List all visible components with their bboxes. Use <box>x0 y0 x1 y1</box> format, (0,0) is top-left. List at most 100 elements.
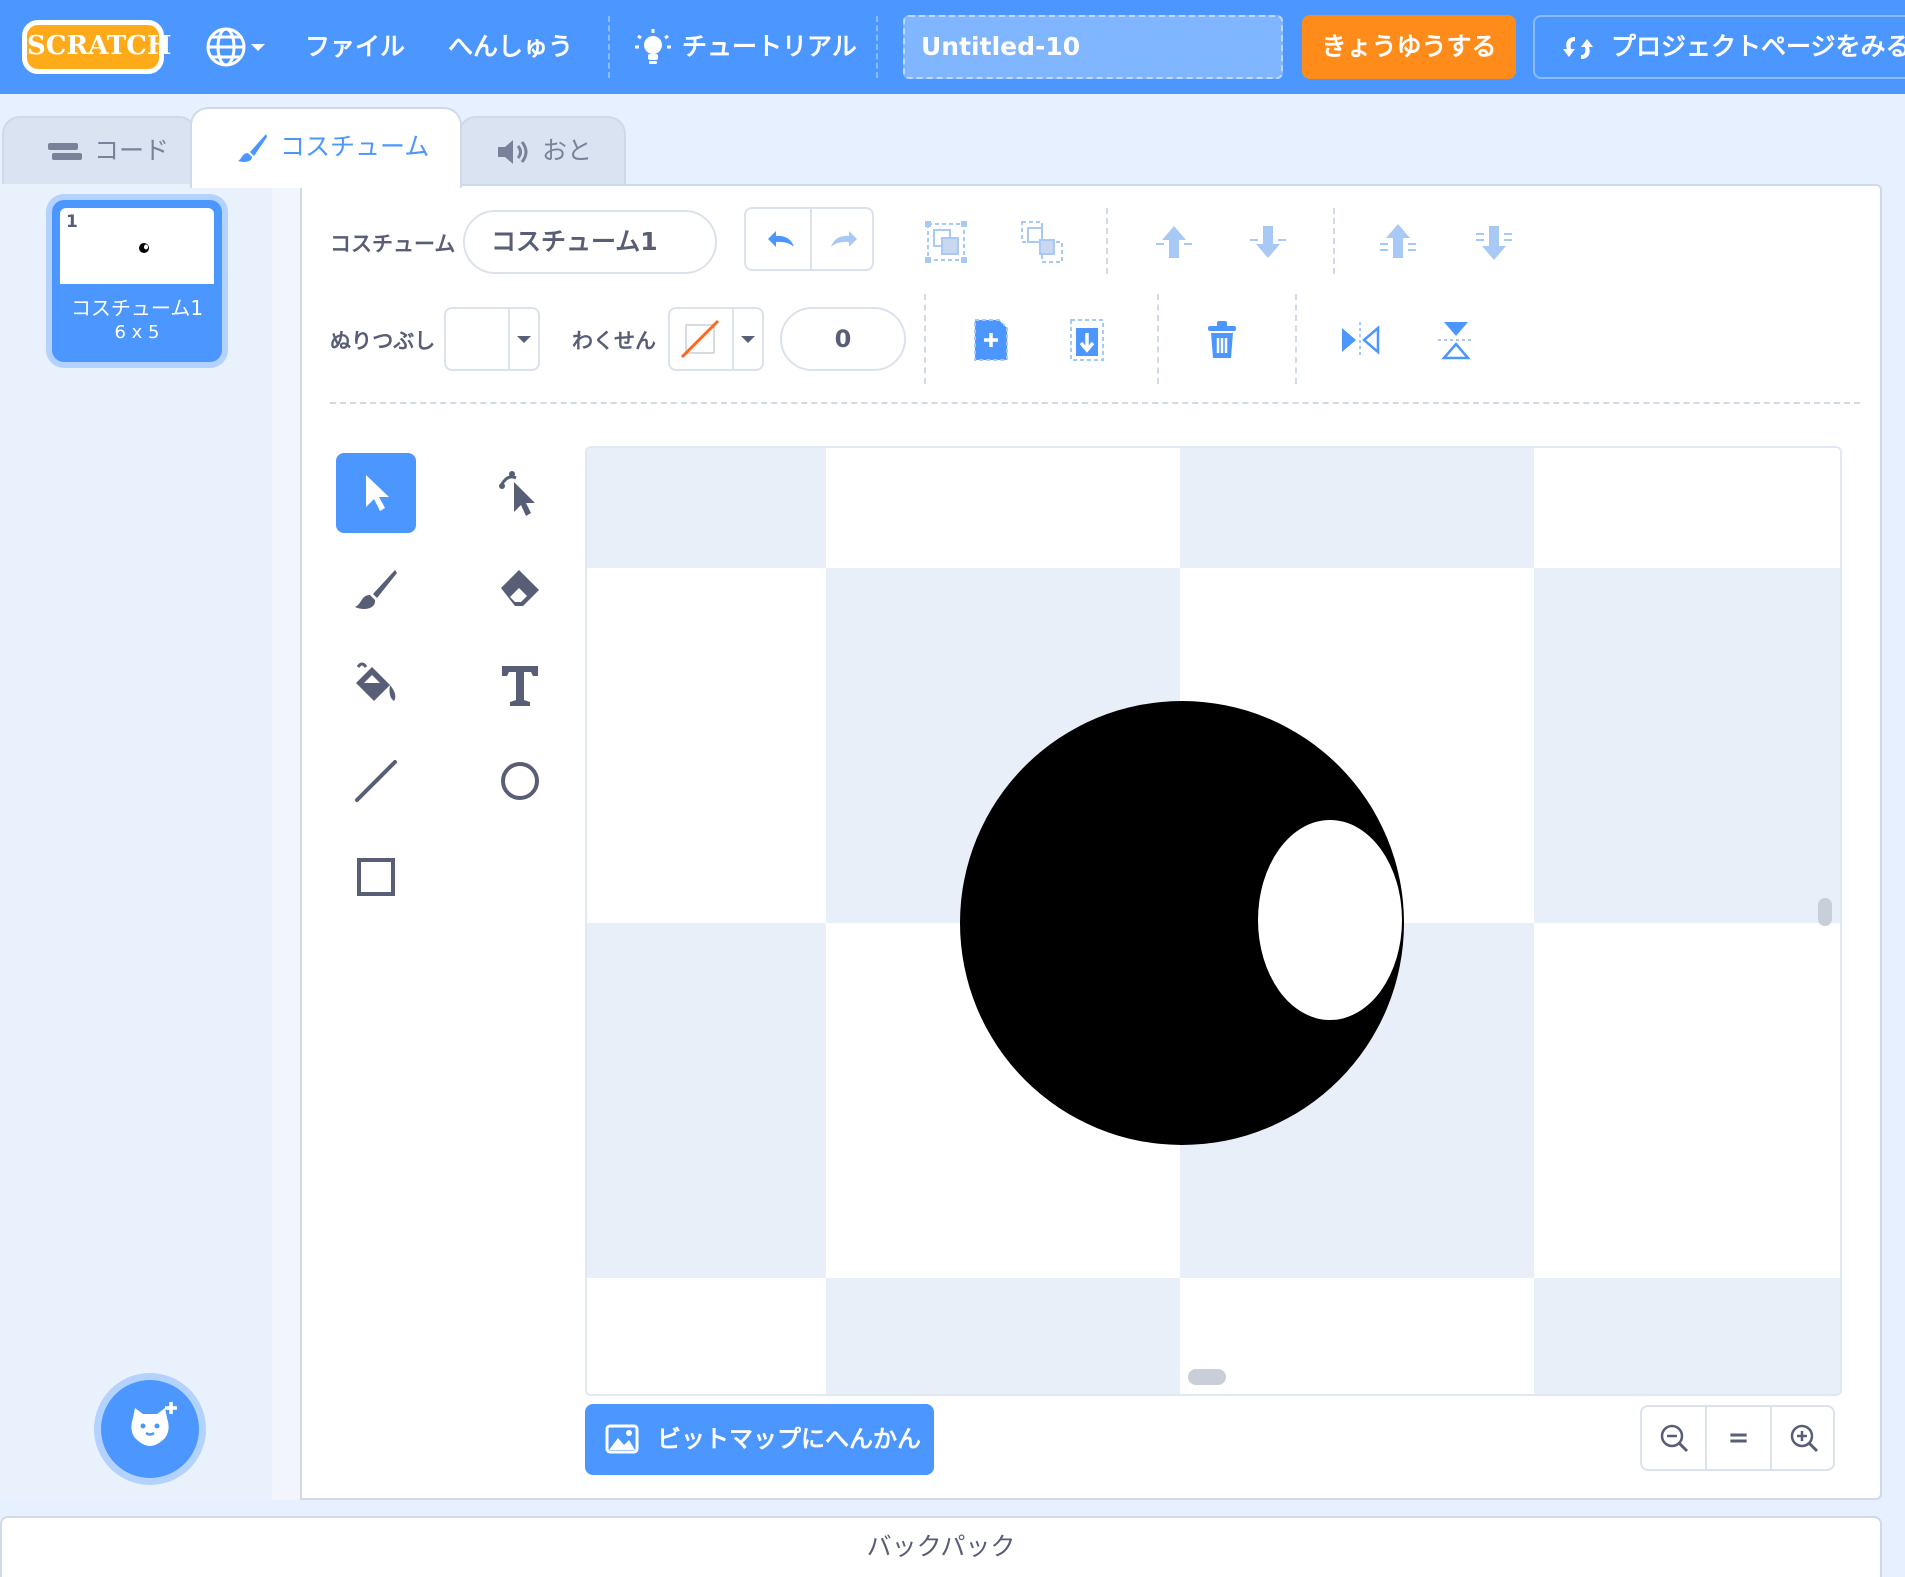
costume-drawing[interactable] <box>587 448 1842 1396</box>
backpack-header[interactable]: バックパック <box>0 1516 1882 1577</box>
outline-width-input[interactable]: 0 <box>780 307 906 371</box>
tab-costumes-label: コスチューム <box>280 132 430 161</box>
toolbar-horizontal-divider <box>330 402 1860 404</box>
tab-code-label: コード <box>94 136 170 165</box>
zoom-in-icon <box>1790 1424 1818 1453</box>
lightbulb-icon <box>635 29 671 64</box>
costume-name-input[interactable]: コスチューム1 <box>463 210 717 274</box>
language-menu[interactable] <box>205 0 267 94</box>
toolbar-divider <box>1295 294 1297 384</box>
toolbar-divider <box>1106 208 1108 274</box>
reshape-icon <box>499 471 535 516</box>
costume-item[interactable]: 1 コスチューム1 6 x 5 <box>52 200 222 362</box>
code-icon <box>48 143 82 160</box>
undo-button[interactable] <box>751 209 811 269</box>
tab-costumes[interactable]: コスチューム <box>190 107 462 188</box>
outline-label: わくせん <box>572 329 656 353</box>
edit-menu[interactable]: へんしゅう <box>448 0 573 94</box>
copy-icon <box>974 319 1008 361</box>
tutorials-menu[interactable]: チュートリアル <box>634 0 857 94</box>
line-icon <box>355 760 397 802</box>
tab-sounds[interactable]: おと <box>458 116 626 186</box>
fill-tool[interactable] <box>336 645 416 725</box>
costume-thumbnail <box>60 208 214 284</box>
front-button[interactable] <box>1368 212 1428 272</box>
circle-icon <box>501 762 539 800</box>
zoom-out-button[interactable] <box>1642 1407 1705 1469</box>
zoom-out-icon <box>1660 1424 1688 1453</box>
undo-redo-group <box>744 207 874 271</box>
costume-item-size: 6 x 5 <box>114 322 160 343</box>
flip-horizontal-button[interactable] <box>1330 310 1390 370</box>
backward-button[interactable] <box>1238 212 1298 272</box>
paste-button[interactable] <box>1057 310 1117 370</box>
costume-number: 1 <box>66 212 78 232</box>
share-button[interactable]: きょうゆうする <box>1302 15 1516 79</box>
delete-button[interactable] <box>1192 310 1252 370</box>
select-tool[interactable] <box>336 453 416 533</box>
brush-icon <box>238 134 267 162</box>
line-tool[interactable] <box>336 741 416 821</box>
eraser-icon <box>501 570 539 606</box>
project-title-input[interactable]: Untitled-10 <box>903 15 1283 79</box>
text-tool[interactable] <box>480 645 560 725</box>
redo-button[interactable] <box>814 209 874 269</box>
reshape-tool[interactable] <box>480 453 560 533</box>
convert-to-bitmap-button[interactable]: ビットマップにへんかん <box>585 1404 934 1475</box>
add-costume-button[interactable] <box>101 1380 199 1478</box>
menu-divider <box>876 16 878 78</box>
file-menu[interactable]: ファイル <box>305 0 405 94</box>
forward-button[interactable] <box>1144 212 1204 272</box>
image-icon <box>605 1424 639 1454</box>
arrow-to-back-icon <box>1476 226 1512 260</box>
rectangle-tool[interactable] <box>336 837 416 917</box>
copy-button[interactable] <box>961 310 1021 370</box>
flip-horizontal-icon <box>1342 322 1380 358</box>
outline-picker-separator <box>732 309 734 369</box>
group-button[interactable] <box>916 212 976 272</box>
outline-color-picker[interactable] <box>668 307 764 371</box>
paste-icon <box>1070 319 1104 361</box>
fill-label: ぬりつぶし <box>330 329 436 353</box>
ungroup-button[interactable] <box>1012 212 1072 272</box>
no-color-icon <box>680 319 720 359</box>
circle-tool[interactable] <box>480 741 560 821</box>
eraser-tool[interactable] <box>480 549 560 629</box>
costume-item-name: コスチューム1 <box>70 296 204 320</box>
brush-tool[interactable] <box>336 549 416 629</box>
fill-color-picker[interactable] <box>444 307 540 371</box>
redo-icon <box>831 231 857 247</box>
tab-code[interactable]: コード <box>2 116 197 186</box>
see-project-page-button[interactable]: プロジェクトページをみる <box>1533 15 1905 79</box>
rectangle-icon <box>357 858 395 896</box>
fill-picker-separator <box>508 309 510 369</box>
text-icon <box>502 666 538 706</box>
speaker-icon <box>498 140 528 164</box>
costume-list-pane <box>0 184 302 1500</box>
tab-sounds-label: おと <box>542 136 593 165</box>
globe-icon <box>206 27 265 67</box>
costume-thumbnail-image <box>139 243 149 253</box>
toolbar-divider <box>924 294 926 384</box>
brush-icon <box>355 570 397 609</box>
group-icon <box>925 221 967 263</box>
zoom-controls: = <box>1640 1405 1835 1471</box>
trash-icon <box>1208 321 1236 358</box>
zoom-reset-button[interactable]: = <box>1707 1407 1770 1469</box>
zoom-in-button[interactable] <box>1772 1407 1835 1469</box>
canvas-vertical-scrollbar[interactable] <box>1818 898 1832 926</box>
arrow-cursor-icon <box>366 475 389 511</box>
see-project-label: プロジェクトページをみる <box>1611 32 1905 61</box>
paint-canvas[interactable] <box>585 446 1842 1396</box>
chevron-down-icon <box>517 336 531 343</box>
arrow-to-front-icon <box>1380 224 1416 258</box>
ungroup-icon <box>1021 221 1063 263</box>
back-button[interactable] <box>1464 212 1524 272</box>
chevron-down-icon <box>741 336 755 343</box>
menu-divider <box>608 16 610 78</box>
costume-list-scroll-gutter <box>272 184 300 1500</box>
flip-vertical-button[interactable] <box>1426 310 1486 370</box>
toolbar-divider <box>1333 208 1335 274</box>
scratch-logo[interactable]: SCRATCH <box>22 20 171 74</box>
canvas-horizontal-scrollbar[interactable] <box>1188 1369 1226 1385</box>
